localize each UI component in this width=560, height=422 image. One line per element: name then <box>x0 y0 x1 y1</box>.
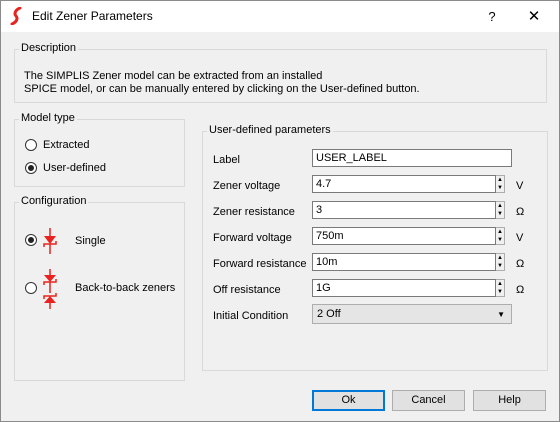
radio-user-defined-indicator[interactable] <box>25 162 37 174</box>
zener-voltage-label: Zener voltage <box>213 180 281 192</box>
forward-voltage-input[interactable]: 750m <box>312 227 496 245</box>
off-resistance-spinner[interactable]: ▲ ▼ <box>496 279 505 297</box>
zener-resistance-label: Zener resistance <box>213 206 295 218</box>
zener-resistance-input[interactable]: 3 <box>312 201 496 219</box>
title-bar: Edit Zener Parameters ? ✕ <box>1 1 559 32</box>
radio-extracted-indicator[interactable] <box>25 139 37 151</box>
label-field-label: Label <box>213 154 240 166</box>
model-type-group: Model type <box>14 112 185 187</box>
window-title: Edit Zener Parameters <box>32 9 153 23</box>
forward-voltage-unit: V <box>516 232 524 244</box>
description-text-line-2: SPICE model, or can be manually entered … <box>24 83 420 95</box>
user-defined-parameters-group: User-defined parameters <box>202 124 548 371</box>
forward-voltage-spinner[interactable]: ▲ ▼ <box>496 227 505 245</box>
model-type-group-title: Model type <box>19 112 77 124</box>
label-input[interactable]: USER_LABEL <box>312 149 512 167</box>
ok-button[interactable]: Ok <box>312 390 385 411</box>
radio-single-label: Single <box>75 235 106 247</box>
zener-resistance-unit: Ω <box>516 206 525 218</box>
off-resistance-unit: Ω <box>516 284 525 296</box>
forward-resistance-label: Forward resistance <box>213 258 307 270</box>
cancel-button[interactable]: Cancel <box>392 390 465 411</box>
radio-extracted[interactable]: Extracted <box>25 139 89 151</box>
user-defined-group-title: User-defined parameters <box>207 124 333 136</box>
zener-voltage-unit: V <box>516 180 524 192</box>
forward-resistance-unit: Ω <box>516 258 525 270</box>
spin-down-icon[interactable]: ▼ <box>496 288 504 296</box>
radio-back-to-back-indicator[interactable] <box>25 282 37 294</box>
back-to-back-zener-icon <box>43 269 57 309</box>
initial-condition-value: 2 Off <box>317 308 341 320</box>
zener-voltage-input[interactable]: 4.7 <box>312 175 496 193</box>
zener-resistance-spinner[interactable]: ▲ ▼ <box>496 201 505 219</box>
help-button[interactable]: Help <box>473 390 546 411</box>
initial-condition-label: Initial Condition <box>213 310 289 322</box>
spin-up-icon[interactable]: ▲ <box>496 280 504 288</box>
spin-up-icon[interactable]: ▲ <box>496 228 504 236</box>
edit-zener-dialog: Edit Zener Parameters ? ✕ Description Th… <box>0 0 560 422</box>
radio-single-indicator[interactable] <box>25 234 37 246</box>
help-title-button[interactable]: ? <box>477 1 507 32</box>
forward-voltage-label: Forward voltage <box>213 232 292 244</box>
configuration-group-title: Configuration <box>19 195 89 207</box>
zener-diode-icon <box>43 228 57 254</box>
spin-down-icon[interactable]: ▼ <box>496 262 504 270</box>
close-button[interactable]: ✕ <box>509 1 559 32</box>
description-group-title: Description <box>19 42 79 54</box>
spin-up-icon[interactable]: ▲ <box>496 254 504 262</box>
spin-down-icon[interactable]: ▼ <box>496 184 504 192</box>
zener-voltage-spinner[interactable]: ▲ ▼ <box>496 175 505 193</box>
spin-up-icon[interactable]: ▲ <box>496 202 504 210</box>
description-text-line-1: The SIMPLIS Zener model can be extracted… <box>24 70 323 82</box>
forward-resistance-input[interactable]: 10m <box>312 253 496 271</box>
spin-down-icon[interactable]: ▼ <box>496 210 504 218</box>
off-resistance-input[interactable]: 1G <box>312 279 496 297</box>
radio-user-defined-label: User-defined <box>43 162 106 174</box>
radio-user-defined[interactable]: User-defined <box>25 162 106 174</box>
chevron-down-icon[interactable]: ▼ <box>497 310 505 319</box>
off-resistance-label: Off resistance <box>213 284 281 296</box>
simplis-app-icon <box>10 7 22 25</box>
radio-back-to-back[interactable] <box>25 282 43 294</box>
spin-up-icon[interactable]: ▲ <box>496 176 504 184</box>
radio-extracted-label: Extracted <box>43 139 90 151</box>
description-group: Description The SIMPLIS Zener model can … <box>14 42 547 103</box>
radio-single[interactable] <box>25 234 43 246</box>
spin-down-icon[interactable]: ▼ <box>496 236 504 244</box>
radio-back-to-back-label: Back-to-back zeners <box>75 282 176 294</box>
initial-condition-select[interactable]: 2 Off ▼ <box>312 304 512 324</box>
forward-resistance-spinner[interactable]: ▲ ▼ <box>496 253 505 271</box>
